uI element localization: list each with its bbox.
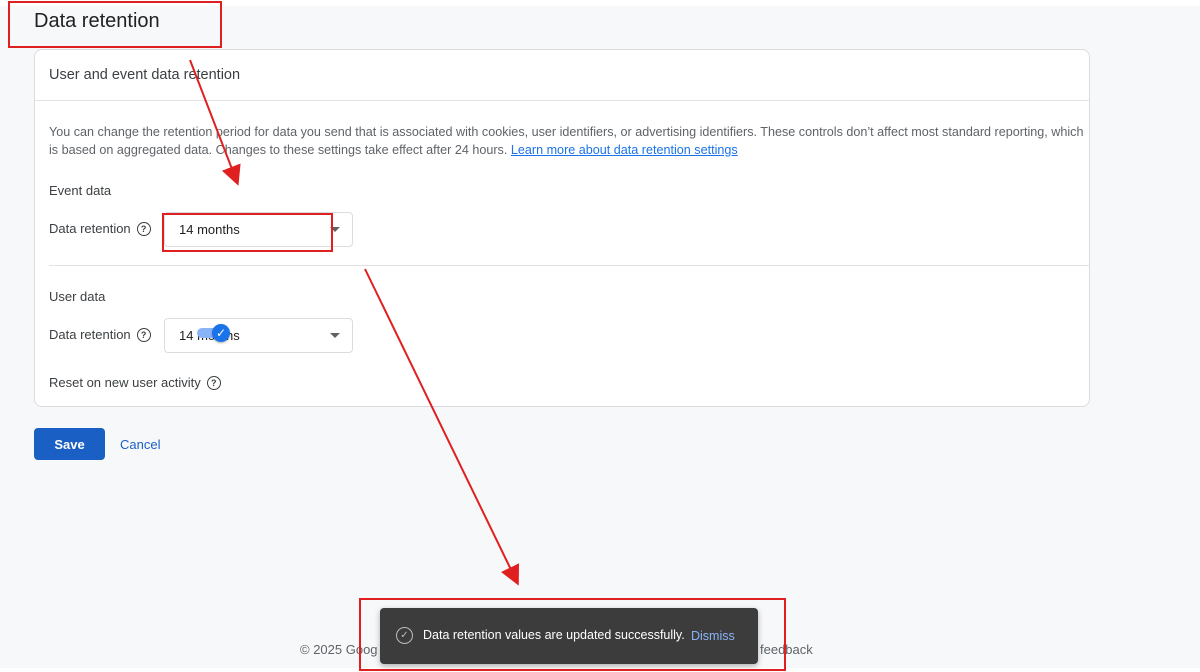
- caret-down-icon: [330, 333, 340, 338]
- card-header: User and event data retention: [49, 67, 241, 83]
- cancel-button[interactable]: Cancel: [120, 437, 160, 452]
- divider: [35, 100, 1089, 101]
- reset-toggle[interactable]: ✓: [197, 323, 231, 343]
- event-retention-label-group: Data retention ?: [49, 221, 151, 236]
- user-retention-label: Data retention: [49, 327, 131, 342]
- reset-label-group: Reset on new user activity ?: [49, 375, 221, 390]
- event-retention-label: Data retention: [49, 221, 131, 236]
- event-data-title: Event data: [49, 183, 112, 198]
- annotation-box-title: [8, 1, 222, 48]
- annotation-box-snackbar: [359, 598, 786, 671]
- help-icon[interactable]: ?: [136, 221, 151, 236]
- learn-more-link[interactable]: Learn more about data retention settings: [511, 143, 738, 157]
- user-data-title: User data: [49, 289, 106, 304]
- section-divider: [49, 265, 1089, 266]
- card-description: You can change the retention period for …: [49, 123, 1085, 159]
- user-retention-label-group: Data retention ?: [49, 327, 151, 342]
- save-button[interactable]: Save: [34, 428, 105, 460]
- help-icon[interactable]: ?: [136, 327, 151, 342]
- annotation-box-event-select: [162, 213, 333, 252]
- check-icon: ✓: [212, 324, 230, 342]
- help-icon[interactable]: ?: [206, 375, 221, 390]
- reset-label: Reset on new user activity: [49, 375, 201, 390]
- user-retention-select[interactable]: 14 months: [164, 318, 353, 353]
